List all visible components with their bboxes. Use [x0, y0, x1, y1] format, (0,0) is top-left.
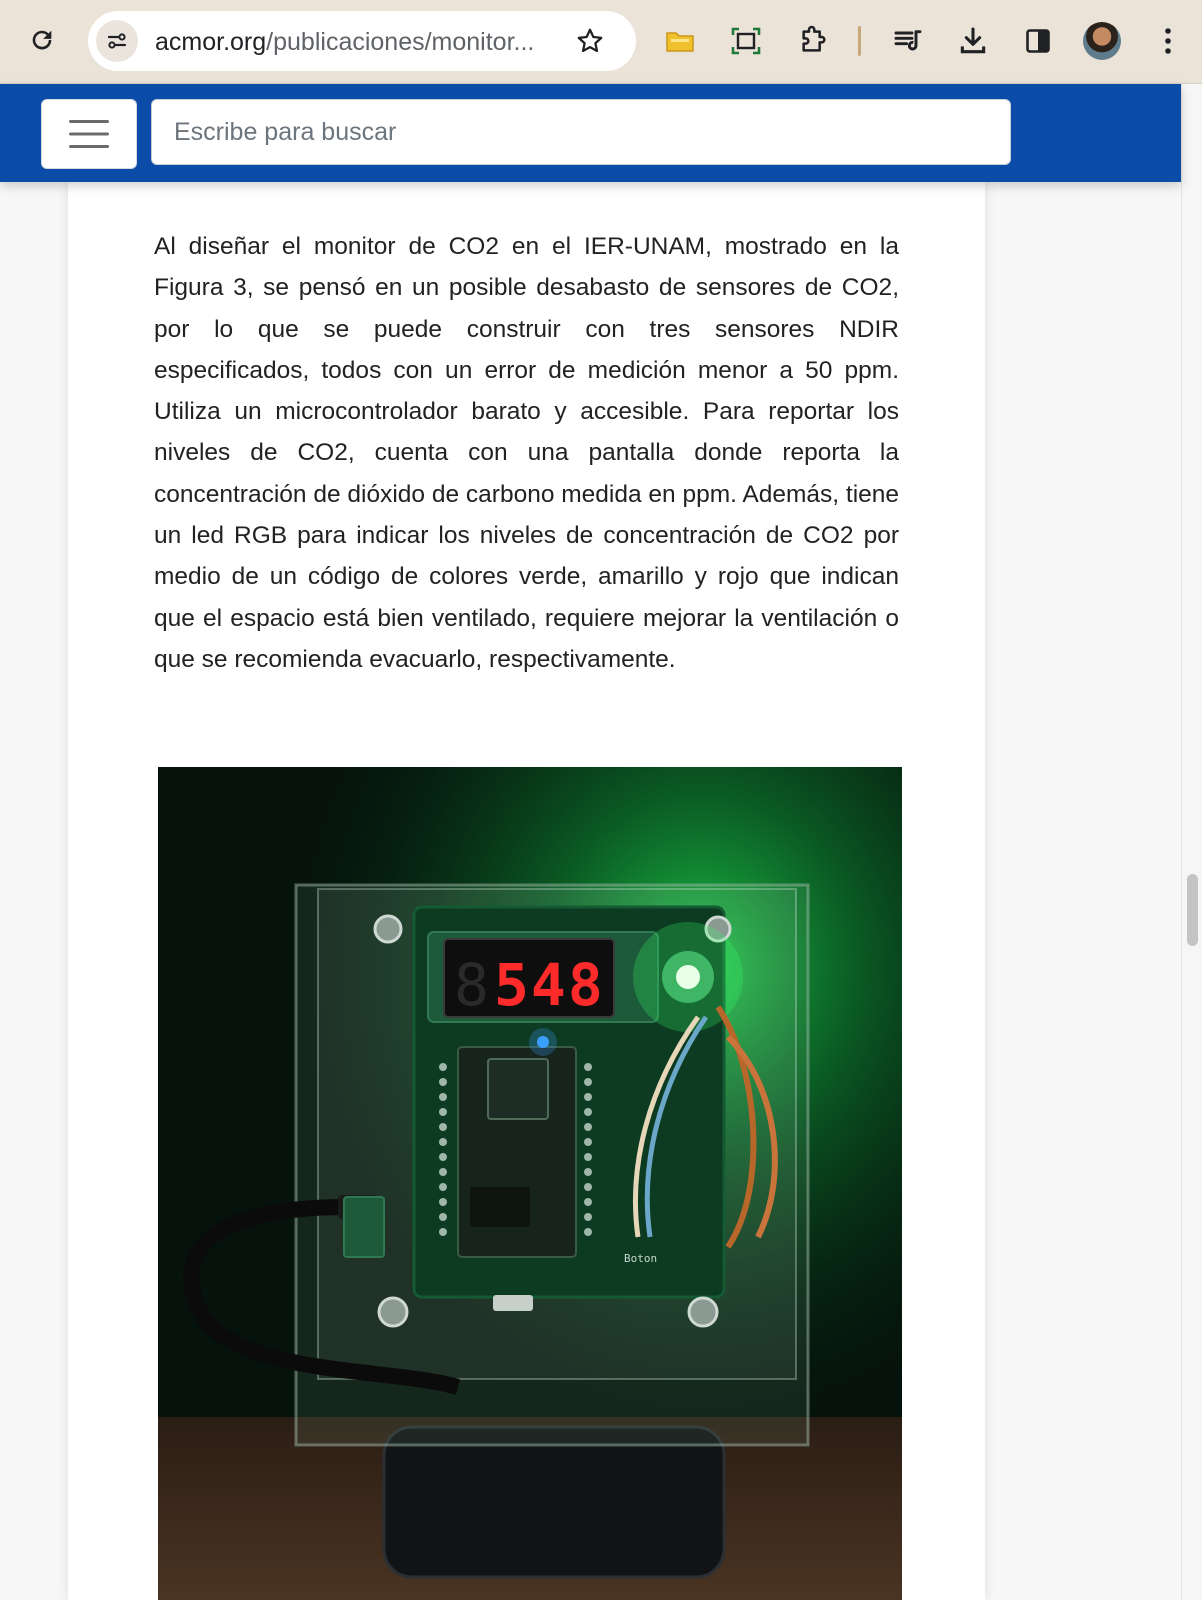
puzzle-extensions-icon[interactable] [793, 21, 833, 61]
folder-extension-icon[interactable] [662, 24, 698, 58]
page-content: Al diseñar el monitor de CO2 en el IER-U… [0, 182, 1181, 1600]
article-card: Al diseñar el monitor de CO2 en el IER-U… [68, 182, 985, 1600]
board-label: Boton [624, 1252, 657, 1265]
url-domain: acmor.org [155, 28, 267, 56]
page-scrollbar[interactable] [1181, 84, 1202, 1600]
hamburger-menu-button[interactable] [41, 99, 137, 169]
screenshot-extension-icon[interactable] [727, 22, 765, 60]
browser-toolbar: acmor.org/publicaciones/monitor... [0, 0, 1202, 84]
article-paragraph: Al diseñar el monitor de CO2 en el IER-U… [154, 233, 900, 673]
svg-text:8: 8 [454, 951, 489, 1019]
scrollbar-thumb[interactable] [1187, 874, 1198, 946]
kebab-menu-icon[interactable] [1148, 21, 1188, 61]
co2-monitor-photo: 548 8 Boton [158, 767, 902, 1600]
media-control-icon[interactable] [888, 21, 928, 61]
profile-avatar[interactable] [1083, 22, 1121, 60]
search-input[interactable] [151, 99, 1011, 165]
star-icon[interactable] [570, 21, 610, 61]
site-header [0, 84, 1181, 182]
url-path: /publicaciones/monitor... [266, 28, 535, 56]
side-panel-icon[interactable] [1018, 21, 1058, 61]
site-info-icon[interactable] [96, 20, 138, 62]
reload-icon[interactable] [22, 20, 62, 60]
url-text[interactable]: acmor.org/publicaciones/monitor... [155, 27, 565, 57]
display-digits: 548 [494, 951, 605, 1019]
hamburger-icon [69, 120, 109, 148]
address-bar[interactable]: acmor.org/publicaciones/monitor... [88, 11, 636, 71]
toolbar-separator [858, 26, 861, 56]
download-icon[interactable] [953, 21, 993, 61]
